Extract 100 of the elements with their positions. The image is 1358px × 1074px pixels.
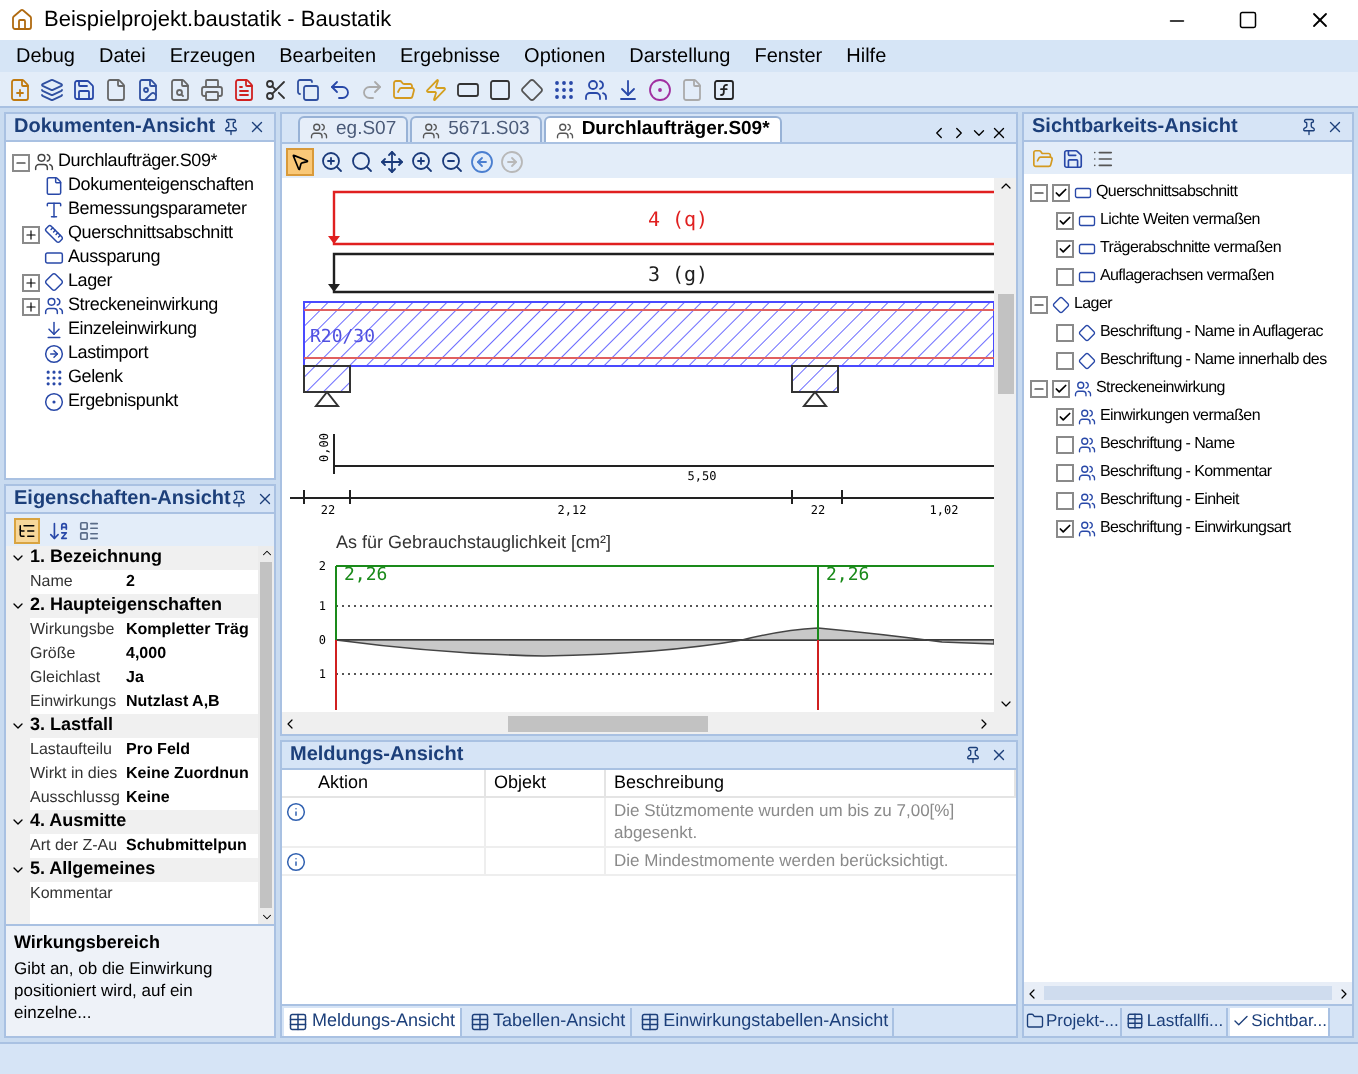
checkbox[interactable] xyxy=(1056,267,1074,285)
close-icon[interactable] xyxy=(1326,118,1344,136)
tree-item[interactable]: Ergebnispunkt xyxy=(68,388,178,416)
checkbox[interactable] xyxy=(1056,519,1074,537)
tree-item[interactable]: Auflagerachsen vermaßen xyxy=(1100,264,1274,288)
column-header[interactable]: Objekt xyxy=(486,770,606,796)
collapse-icon[interactable] xyxy=(1030,379,1048,397)
panel-tab[interactable]: Lastfallfi... xyxy=(1124,1007,1228,1035)
sort-icon[interactable] xyxy=(48,519,70,541)
menu-item[interactable]: Optionen xyxy=(512,41,618,71)
scrollbar[interactable] xyxy=(282,712,1016,734)
tree-item[interactable]: Beschriftung - Name xyxy=(1100,432,1235,456)
pdf-icon[interactable] xyxy=(232,77,256,101)
expand-icon[interactable] xyxy=(22,297,40,315)
scroll-thumb[interactable] xyxy=(508,715,708,731)
collapse-icon[interactable] xyxy=(1030,183,1048,201)
menu-item[interactable]: Bearbeiten xyxy=(267,41,389,71)
cut-icon[interactable] xyxy=(264,77,288,101)
checkbox[interactable] xyxy=(1056,463,1074,481)
checkbox[interactable] xyxy=(1056,491,1074,509)
image-icon[interactable] xyxy=(136,77,160,101)
panel-tab[interactable]: Einwirkungstabellen-Ansicht xyxy=(635,1007,895,1035)
scroll-right-icon[interactable] xyxy=(976,715,992,731)
property-value[interactable]: Ja xyxy=(122,666,144,690)
pin-icon[interactable] xyxy=(1300,118,1318,136)
scroll-right-icon[interactable] xyxy=(950,124,968,142)
scroll-thumb[interactable] xyxy=(1044,986,1332,1000)
scrollbar[interactable] xyxy=(1024,982,1352,1004)
tree-item[interactable]: Einwirkungen vermaßen xyxy=(1100,404,1260,428)
zoom-out-icon[interactable] xyxy=(440,149,464,173)
menu-item[interactable]: Datei xyxy=(86,41,158,71)
tree-item[interactable]: Beschriftung - Kommentar xyxy=(1100,460,1272,484)
zoom-in-icon[interactable] xyxy=(410,149,434,173)
people-icon[interactable] xyxy=(584,77,608,101)
property-value[interactable]: Nutzlast A,B xyxy=(122,690,220,714)
close-icon[interactable] xyxy=(248,118,266,136)
maximize-icon[interactable] xyxy=(1238,10,1258,30)
undo-icon[interactable] xyxy=(328,77,352,101)
ruler-icon[interactable] xyxy=(44,224,64,244)
text-icon[interactable] xyxy=(44,200,64,220)
document-icon[interactable] xyxy=(44,176,64,196)
collapse-icon[interactable] xyxy=(1030,295,1048,313)
menu-item[interactable]: Hilfe xyxy=(834,41,899,71)
dots-icon[interactable] xyxy=(44,368,64,388)
close-icon[interactable] xyxy=(990,124,1008,142)
tree-item[interactable]: Lichte Weiten vermaßen xyxy=(1100,208,1260,232)
arrow-down-icon[interactable] xyxy=(44,320,64,340)
scroll-left-icon[interactable] xyxy=(282,715,298,731)
column-header[interactable]: Beschreibung xyxy=(606,770,1016,796)
scroll-left-icon[interactable] xyxy=(1024,985,1040,1001)
document-tab[interactable]: eg.S07 xyxy=(298,116,409,142)
tree-item[interactable]: Querschnittsabschnitt xyxy=(68,220,233,248)
close-icon[interactable] xyxy=(990,746,1008,764)
scroll-thumb[interactable] xyxy=(997,294,1013,394)
menu-item[interactable]: Erzeugen xyxy=(157,41,268,71)
pin-icon[interactable] xyxy=(222,118,240,136)
checkbox[interactable] xyxy=(1056,239,1074,257)
tree-item[interactable]: Streckeneinwirkung xyxy=(1096,376,1225,400)
checkbox[interactable] xyxy=(1056,211,1074,229)
copy-icon[interactable] xyxy=(296,77,320,101)
tree-item[interactable]: Lastimport xyxy=(68,340,149,368)
rectangle-icon[interactable] xyxy=(488,77,512,101)
collapse-icon[interactable] xyxy=(12,153,30,171)
point-icon[interactable] xyxy=(648,77,672,101)
document-tab[interactable]: Durchlaufträger.S09* xyxy=(543,116,782,142)
function-icon[interactable] xyxy=(712,77,736,101)
property-value[interactable]: Kompletter Träg xyxy=(122,618,249,642)
checkbox[interactable] xyxy=(1052,183,1070,201)
menu-item[interactable]: Darstellung xyxy=(617,41,743,71)
arrow-down-icon[interactable] xyxy=(616,77,640,101)
property-value[interactable]: Schubmittelpun xyxy=(122,834,247,858)
scroll-up-icon[interactable] xyxy=(997,178,1013,194)
tree-item[interactable]: Dokumenteigenschaften xyxy=(68,172,254,200)
tree-item[interactable]: Einzeleinwirkung xyxy=(68,316,197,344)
checkbox[interactable] xyxy=(1056,435,1074,453)
checkbox[interactable] xyxy=(1056,351,1074,369)
menu-item[interactable]: Ergebnisse xyxy=(388,41,513,71)
close-icon[interactable] xyxy=(1308,8,1332,32)
document-tab[interactable]: 5671.S03 xyxy=(410,116,542,142)
categorized-button[interactable] xyxy=(14,517,40,543)
tree-item[interactable]: Aussparung xyxy=(68,244,161,272)
point-icon[interactable] xyxy=(44,392,64,412)
search-icon[interactable] xyxy=(350,149,374,173)
tree-item[interactable]: Trägerabschnitte vermaßen xyxy=(1100,236,1281,260)
tree-item[interactable]: Beschriftung - Name in Auflagerac xyxy=(1100,320,1323,344)
dots-icon[interactable] xyxy=(552,77,576,101)
layers-icon[interactable] xyxy=(40,77,64,101)
printer-icon[interactable] xyxy=(200,77,224,101)
scroll-down-icon[interactable] xyxy=(259,910,273,924)
section-icon[interactable] xyxy=(456,77,480,101)
tree-item[interactable]: Bemessungsparameter xyxy=(68,196,247,224)
property-value[interactable]: 2 xyxy=(122,570,135,594)
tree-item[interactable]: Beschriftung - Einwirkungsart xyxy=(1100,516,1291,540)
property-value[interactable]: 4,000 xyxy=(122,642,167,666)
tree-item[interactable]: Lager xyxy=(1074,292,1112,316)
checkbox[interactable] xyxy=(1056,407,1074,425)
people-icon[interactable] xyxy=(44,296,64,316)
panel-tab[interactable]: Sichtbar... xyxy=(1229,1007,1331,1035)
close-icon[interactable] xyxy=(256,490,274,508)
preview-icon[interactable] xyxy=(168,77,192,101)
